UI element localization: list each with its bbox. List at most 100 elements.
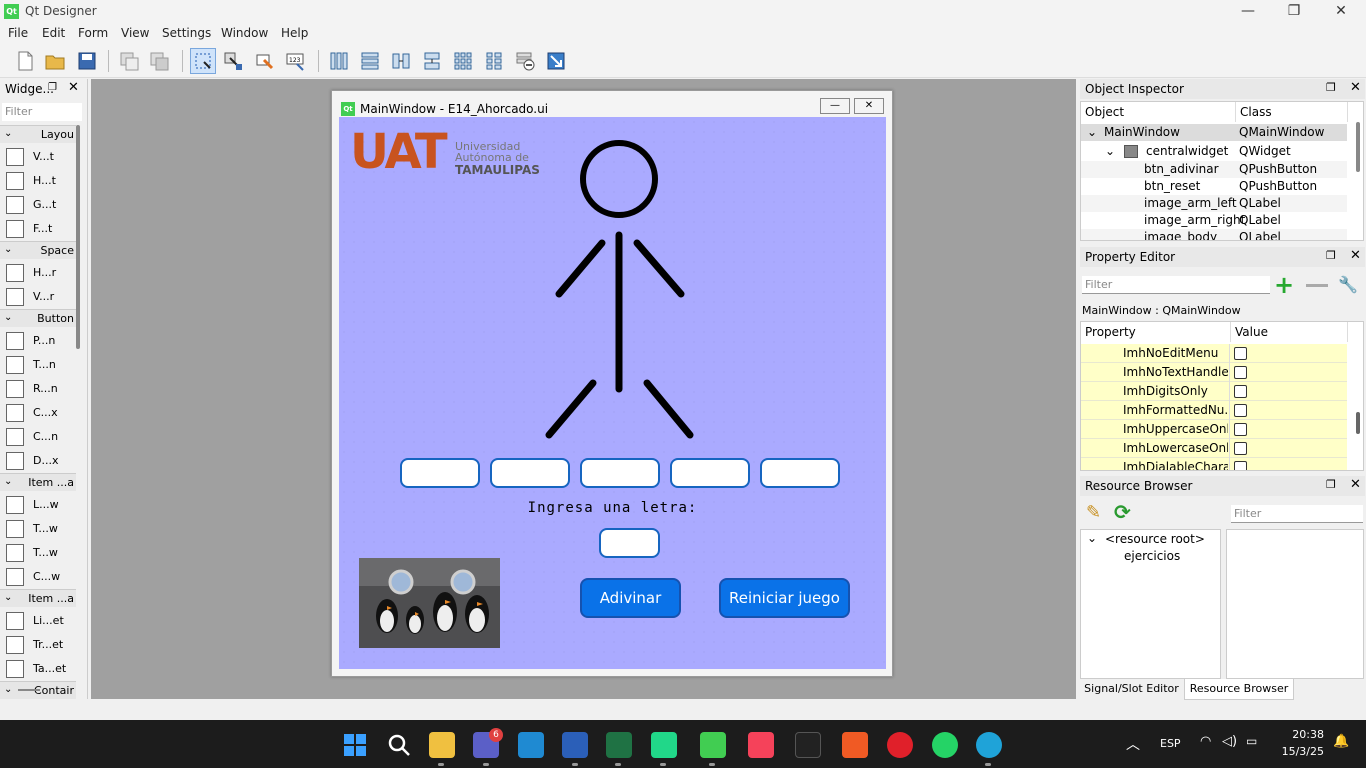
object-tree[interactable]: Object Class ⌄ MainWindow QMainWindow ⌄ … — [1080, 101, 1364, 241]
adjust-size-icon[interactable] — [543, 48, 569, 74]
chevron-down-icon[interactable]: ⌄ — [4, 312, 12, 323]
search-icon[interactable] — [386, 732, 412, 758]
widget-box-scrollbar[interactable] — [76, 125, 80, 349]
close-icon[interactable]: ✕ — [1350, 80, 1361, 95]
menu-help[interactable]: Help — [281, 26, 308, 40]
menu-settings[interactable]: Settings — [162, 26, 211, 40]
windows-start-icon[interactable] — [342, 732, 368, 758]
letter-input[interactable] — [599, 528, 660, 558]
resource-filter-input[interactable]: Filter — [1231, 505, 1363, 523]
wrench-icon[interactable]: 🔧 — [1338, 275, 1358, 294]
chevron-down-icon[interactable]: ⌄ — [1105, 143, 1115, 160]
resource-item[interactable]: ejercicios — [1124, 549, 1180, 563]
widget-category[interactable]: ⌄ Layou — [0, 125, 76, 143]
resource-tree[interactable]: ⌄ <resource root> ejercicios — [1080, 529, 1221, 679]
chevron-down-icon[interactable]: ⌄ — [4, 476, 12, 487]
open-folder-icon[interactable] — [42, 48, 68, 74]
widget-item[interactable]: R...n — [0, 377, 76, 401]
clock-date[interactable]: 15/3/25 — [1276, 745, 1324, 758]
widget-category[interactable]: ⌄ Button — [0, 309, 76, 327]
col-object-header[interactable]: Object — [1081, 102, 1236, 122]
file-explorer-icon[interactable] — [429, 732, 455, 758]
tab-signal-slot-editor[interactable]: Signal/Slot Editor — [1080, 680, 1183, 700]
close-icon[interactable]: ✕ — [1350, 248, 1361, 263]
tree-row-mainwindow[interactable]: ⌄ MainWindow QMainWindow — [1081, 124, 1347, 141]
property-row[interactable]: ImhFormattedNu... — [1081, 401, 1347, 420]
notification-bell-icon[interactable]: 🔔 — [1333, 734, 1349, 749]
letter-slot-5[interactable] — [760, 458, 840, 488]
itunes-icon[interactable] — [748, 732, 774, 758]
float-icon[interactable]: ❐ — [1326, 478, 1336, 491]
qt-designer-icon[interactable] — [700, 732, 726, 758]
vscode-icon[interactable] — [518, 732, 544, 758]
copy-icon[interactable] — [116, 48, 142, 74]
maximize-button[interactable]: ❐ — [1271, 0, 1317, 24]
new-file-icon[interactable] — [12, 48, 38, 74]
widget-item[interactable]: G...t — [0, 193, 76, 217]
col-class-header[interactable]: Class — [1236, 102, 1348, 122]
tree-row[interactable]: image_arm_left QLabel — [1081, 195, 1347, 212]
form-window[interactable]: Qt MainWindow - E14_Ahorcado.ui — ✕ UAT … — [331, 90, 893, 677]
minimize-button[interactable]: — — [1225, 0, 1271, 24]
widget-item[interactable]: P...n — [0, 329, 76, 353]
layout-splitter-v-icon[interactable] — [419, 48, 445, 74]
menu-edit[interactable]: Edit — [42, 26, 65, 40]
resource-view[interactable] — [1226, 529, 1364, 679]
add-property-icon[interactable]: + — [1274, 273, 1294, 297]
close-icon[interactable]: ✕ — [68, 80, 79, 95]
layout-splitter-h-icon[interactable] — [388, 48, 414, 74]
widget-item[interactable]: H...r — [0, 261, 76, 285]
edit-tab-order-icon[interactable]: 123 — [283, 48, 309, 74]
widget-item[interactable]: Ta...et — [0, 657, 76, 681]
widget-category[interactable]: ⌄ Item ...a — [0, 473, 76, 491]
volume-icon[interactable]: ◁) — [1222, 734, 1237, 749]
paste-icon[interactable] — [146, 48, 172, 74]
property-checkbox[interactable] — [1234, 404, 1247, 417]
widget-item[interactable]: C...x — [0, 401, 76, 425]
letter-slot-2[interactable] — [490, 458, 570, 488]
property-row[interactable]: ImhDigitsOnly — [1081, 382, 1347, 401]
menu-file[interactable]: File — [8, 26, 28, 40]
edit-signals-icon[interactable] — [220, 48, 246, 74]
letter-slot-4[interactable] — [670, 458, 750, 488]
layout-grid-icon[interactable] — [450, 48, 476, 74]
property-checkbox[interactable] — [1234, 442, 1247, 455]
chevron-down-icon[interactable]: ⌄ — [4, 684, 12, 695]
form-minimize-button[interactable]: — — [820, 98, 850, 114]
widget-filter-input[interactable]: Filter — [2, 103, 82, 121]
property-checkbox[interactable] — [1234, 461, 1247, 470]
widget-item[interactable]: F...t — [0, 217, 76, 241]
widget-item[interactable]: L...w — [0, 493, 76, 517]
close-icon[interactable]: ✕ — [1350, 477, 1361, 492]
float-icon[interactable]: ❐ — [48, 82, 57, 93]
chevron-down-icon[interactable]: ⌄ — [1087, 531, 1097, 545]
pycharm-icon[interactable] — [651, 732, 677, 758]
widget-item[interactable]: H...t — [0, 169, 76, 193]
tree-row-centralwidget[interactable]: ⌄ centralwidget QWidget — [1081, 143, 1347, 160]
chevron-up-icon[interactable]: ︿ — [1126, 734, 1140, 754]
widget-item[interactable]: T...n — [0, 353, 76, 377]
property-row[interactable]: ImhNoTextHandles — [1081, 363, 1347, 382]
break-layout-icon[interactable] — [512, 48, 538, 74]
tab-resource-browser[interactable]: Resource Browser — [1184, 679, 1294, 700]
tree-row[interactable]: image_arm_right QLabel — [1081, 212, 1347, 229]
tree-row[interactable]: btn_reset QPushButton — [1081, 178, 1347, 195]
widget-item[interactable]: Tr...et — [0, 633, 76, 657]
menu-window[interactable]: Window — [221, 26, 268, 40]
wifi-icon[interactable]: ◠ — [1200, 734, 1211, 749]
word-icon[interactable] — [562, 732, 588, 758]
float-icon[interactable]: ❐ — [1326, 81, 1336, 94]
menu-view[interactable]: View — [121, 26, 149, 40]
chevron-down-icon[interactable]: ⌄ — [4, 244, 12, 255]
widget-item[interactable]: V...t — [0, 145, 76, 169]
opera-icon[interactable] — [887, 732, 913, 758]
scrollbar[interactable] — [1356, 412, 1360, 434]
property-row[interactable]: ImhDialableChara... — [1081, 458, 1347, 470]
resource-root[interactable]: <resource root> — [1105, 532, 1205, 546]
float-icon[interactable]: ❐ — [1326, 249, 1336, 262]
chevron-down-icon[interactable]: ⌄ — [4, 592, 12, 603]
remove-property-icon[interactable] — [1306, 284, 1328, 287]
chevron-down-icon[interactable]: ⌄ — [4, 128, 12, 139]
btn-reset[interactable]: Reiniciar juego — [719, 578, 850, 618]
edit-widgets-icon[interactable] — [190, 48, 216, 74]
